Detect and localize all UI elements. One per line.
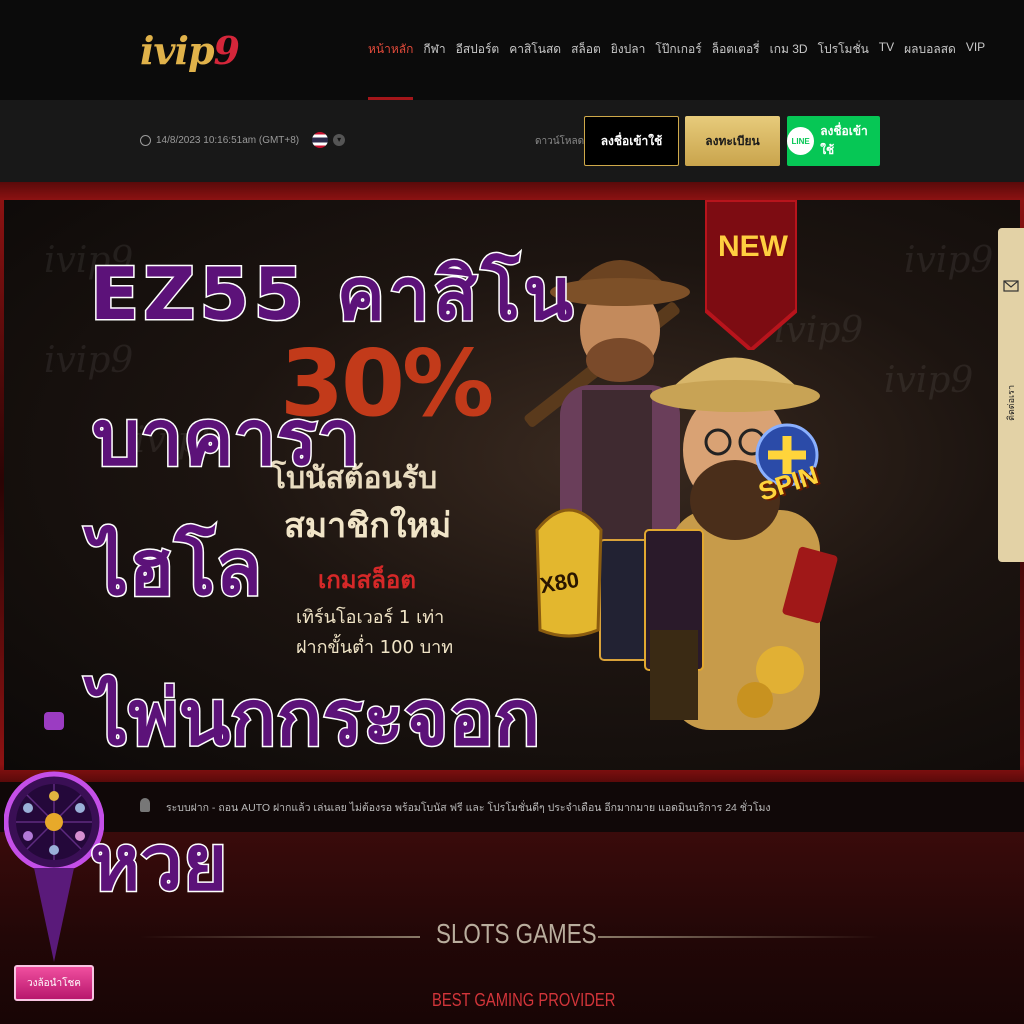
- section-title: SLOTS GAMES: [436, 918, 597, 949]
- line-login-button[interactable]: LINE ลงชื่อเข้าใช้: [787, 116, 880, 166]
- nav-fishing[interactable]: ยิงปลา: [611, 40, 646, 100]
- line-login-label: ลงชื่อเข้าใช้: [820, 124, 868, 157]
- nav-live-scores[interactable]: ผลบอลสด: [904, 40, 956, 100]
- divider-right: [598, 936, 878, 938]
- login-button[interactable]: ลงชื่อเข้าใช้: [584, 116, 679, 166]
- logo-accent: 9: [213, 28, 240, 73]
- speaker-icon: [140, 798, 150, 812]
- logo-text: ivip: [140, 28, 215, 73]
- nav-3d-games[interactable]: เกม 3D: [770, 40, 808, 100]
- promo-line-4: เทิร์นโอเวอร์ 1 เท่า: [296, 607, 445, 628]
- datetime-display: 14/8/2023 10:16:51am (GMT+8) ▾: [140, 132, 346, 148]
- download-link[interactable]: ดาวน์โหลด: [535, 134, 584, 149]
- contact-tab-label: ติดต่อเรา: [1007, 385, 1017, 421]
- nav-promotions[interactable]: โปรโมชั่น: [818, 40, 869, 100]
- nav-slots[interactable]: สล็อต: [571, 40, 601, 100]
- promo-line-5: ฝากขั้นต่ำ 100 บาท: [296, 637, 454, 658]
- watermark: ivip9: [884, 360, 974, 401]
- register-button[interactable]: ลงทะเบียน: [685, 116, 780, 166]
- watermark: ivip9: [44, 340, 134, 381]
- promo-line-3: เกมสล็อต: [318, 566, 416, 594]
- main-nav: หน้าหลัก กีฬา อีสปอร์ต คาสิโนสด สล็อต ยิ…: [368, 40, 985, 100]
- nav-sports[interactable]: กีฬา: [423, 40, 445, 100]
- nav-home[interactable]: หน้าหลัก: [368, 40, 414, 100]
- new-badge-icon: [705, 200, 797, 350]
- site-logo[interactable]: ivip9: [140, 28, 240, 73]
- overlay-headline-line-4: ไพ่นกกระจอก: [88, 673, 541, 762]
- datetime-text: 14/8/2023 10:16:51am (GMT+8): [156, 134, 300, 146]
- line-icon: LINE: [787, 127, 815, 155]
- nav-vip[interactable]: VIP: [966, 40, 985, 100]
- overlay-headline-line-1: EZ55 คาสิโน: [88, 252, 578, 336]
- nav-tv[interactable]: TV: [879, 40, 894, 100]
- nav-esports[interactable]: อีสปอร์ต: [456, 40, 500, 100]
- overlay-headline-line-3: ไฮโล: [88, 523, 263, 612]
- nav-lottery[interactable]: ล็อตเตอรี่: [712, 40, 760, 100]
- gold-pot-icon: [535, 508, 603, 638]
- overlay-headline-line-5: หวย: [88, 818, 228, 907]
- thai-flag-icon[interactable]: [312, 132, 329, 148]
- chevron-down-icon[interactable]: ▾: [333, 134, 346, 146]
- overlay-headline-line-2: บาคารา: [91, 393, 362, 482]
- lucky-wheel-button[interactable]: วงล้อนำโชค: [14, 965, 94, 1001]
- nav-live-casino[interactable]: คาสิโนสด: [509, 40, 561, 100]
- mail-icon: [1003, 280, 1019, 292]
- watermark: ivip9: [904, 240, 994, 281]
- nav-poker[interactable]: โป๊กเกอร์: [655, 40, 701, 100]
- promo-line-2: สมาชิกใหม่: [284, 506, 452, 546]
- new-badge-label: NEW: [718, 230, 788, 263]
- divider-left: [140, 936, 420, 938]
- clock-icon: [140, 134, 151, 146]
- top-navbar: ivip9 หน้าหลัก กีฬา อีสปอร์ต คาสิโนสด สล…: [0, 0, 1024, 100]
- section-subtitle: BEST GAMING PROVIDER: [432, 990, 616, 1010]
- ticker-text: ระบบฝาก - ถอน AUTO ฝากแล้ว เล่นเลย ไม่ต้…: [166, 802, 771, 814]
